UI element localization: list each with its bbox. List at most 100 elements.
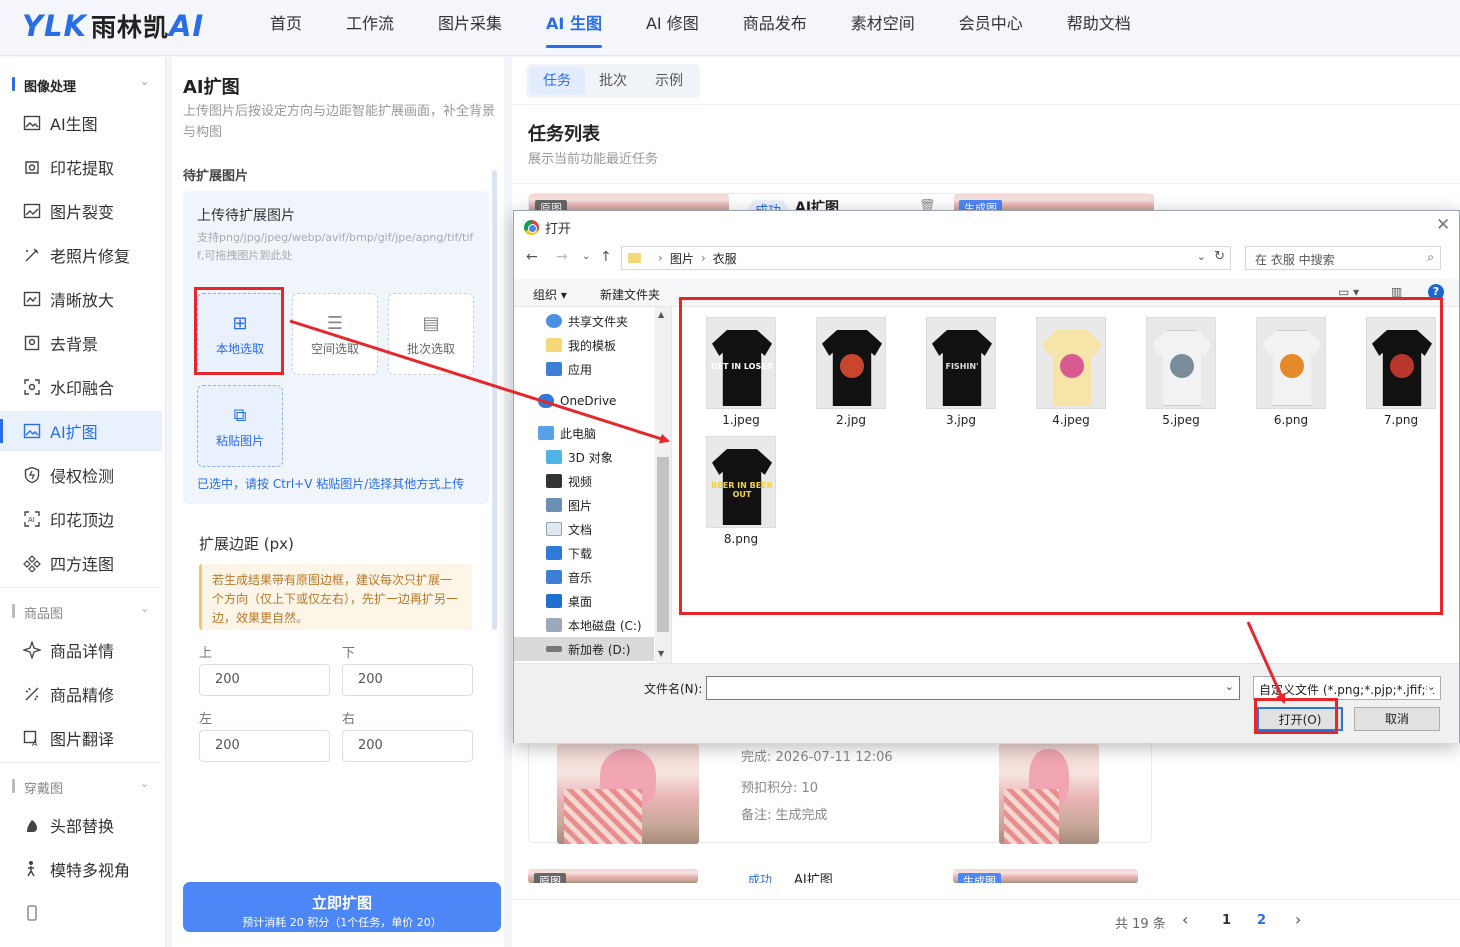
organize-menu[interactable]: 组织 ▾ xyxy=(533,286,567,303)
margin-left-input[interactable]: 200 xyxy=(199,730,330,762)
sidebar-item-translate[interactable]: A 图片翻译 xyxy=(0,718,162,758)
space-select-button[interactable]: ☰ 空间选取 xyxy=(292,293,378,375)
margin-top-input[interactable]: 200 xyxy=(199,664,330,696)
computer-icon xyxy=(538,426,554,440)
tree-item-documents[interactable]: 文档 xyxy=(514,517,654,541)
sidebar-item-product-detail[interactable]: 商品详情 xyxy=(0,630,162,670)
nav-help-docs[interactable]: 帮助文档 xyxy=(1045,0,1153,56)
tree-item-pictures[interactable]: 图片 xyxy=(514,493,654,517)
upload-formats: 支持png/jpg/jpeg/webp/avif/bmp/gif/jpe/apn… xyxy=(197,231,474,262)
forward-icon[interactable]: → xyxy=(556,249,568,265)
generated-image-bottom[interactable] xyxy=(999,744,1099,844)
tree-item-this-pc[interactable]: 此电脑 xyxy=(514,421,654,445)
filetype-select[interactable]: 自定义文件 (*.png;*.pjp;*.jfif;*. ⌄ xyxy=(1253,676,1441,700)
disk-icon xyxy=(546,618,562,632)
up-icon[interactable]: ↑ xyxy=(600,249,612,265)
total-count: 共 19 条 xyxy=(1115,917,1166,932)
cancel-button[interactable]: 取消 xyxy=(1354,707,1440,731)
sidebar-group-image[interactable]: 图像处理 ⌄ xyxy=(0,67,166,101)
path-box[interactable]: › 图片 › 衣服 ⌄ ↻ xyxy=(621,246,1231,270)
file-open-dialog: 打开 ✕ ← → ⌄ ↑ › 图片 › 衣服 ⌄ ↻ 在 衣服 中搜索 ⌕ 组织 ▾ … xyxy=(513,210,1460,743)
tab-batches[interactable]: 批次 xyxy=(585,67,641,95)
path-segment-images[interactable]: 图片 xyxy=(670,250,694,267)
tree-item-3d[interactable]: 3D 对象 xyxy=(514,445,654,469)
tree-item-drive-c[interactable]: 本地磁盘 (C:) xyxy=(514,613,654,637)
tree-item-templates[interactable]: 我的模板 xyxy=(514,333,654,357)
clipboard-icon: ▤ xyxy=(422,313,440,334)
tree-item-videos[interactable]: 视频 xyxy=(514,469,654,493)
nav-ai-generate[interactable]: AI 生图 xyxy=(524,0,624,56)
page-title: AI扩图 xyxy=(183,77,240,98)
prev-page-icon[interactable]: ‹ xyxy=(1182,910,1188,929)
batch-select-button[interactable]: ▤ 批次选取 xyxy=(388,293,474,375)
page-1[interactable]: 1 xyxy=(1222,913,1231,928)
sidebar-item-retouch[interactable]: 商品精修 xyxy=(0,674,162,714)
chevron-down-icon: ⌄ xyxy=(140,75,150,88)
logo[interactable]: YLK 雨林凯AI xyxy=(22,8,204,44)
sidebar-group-wear[interactable]: 穿戴图 ⌄ xyxy=(0,769,166,803)
chevron-down-icon[interactable]: ⌄ xyxy=(1426,680,1436,693)
tree-item-desktop[interactable]: 桌面 xyxy=(514,589,654,613)
nav-asset-space[interactable]: 素材空间 xyxy=(829,0,937,56)
warning-note: 若生成结果带有原图边框，建议每次只扩展一个方向（仅上下或仅左右），先扩一边再扩另… xyxy=(199,564,472,630)
chevron-down-icon[interactable]: ⌄ xyxy=(1197,250,1206,263)
sidebar-item-ai-generate[interactable]: AI生图 xyxy=(0,103,162,143)
chevron-down-icon[interactable]: ⌄ xyxy=(1225,680,1234,693)
new-folder-button[interactable]: 新建文件夹 xyxy=(600,286,660,303)
sidebar-item-ai-expand[interactable]: AI扩图 xyxy=(0,411,162,451)
margin-right-input[interactable]: 200 xyxy=(342,730,473,762)
sidebar-item-watermark[interactable]: 水印融合 xyxy=(0,367,162,407)
path-segment-clothes[interactable]: 衣服 xyxy=(713,250,737,267)
scrollbar[interactable] xyxy=(492,170,497,630)
top-bar: YLK 雨林凯AI 首页 工作流 图片采集 AI 生图 AI 修图 商品发布 素材… xyxy=(0,0,1460,56)
tree-item-shared[interactable]: 共享文件夹 xyxy=(514,309,654,333)
sidebar-item-print-edge[interactable]: AI 印花顶边 xyxy=(0,499,162,539)
nav-product-publish[interactable]: 商品发布 xyxy=(721,0,829,56)
original-image-bottom[interactable] xyxy=(557,744,699,844)
page-2[interactable]: 2 xyxy=(1257,913,1266,928)
paste-image-button[interactable]: ⧉ 粘贴图片 xyxy=(197,385,283,467)
tree-item-downloads[interactable]: 下载 xyxy=(514,541,654,565)
close-icon[interactable]: ✕ xyxy=(1436,215,1450,235)
margin-bottom-input[interactable]: 200 xyxy=(342,664,473,696)
label-bottom: 下 xyxy=(342,646,356,661)
tree-scrollbar[interactable]: ▲ ▼ xyxy=(655,307,671,663)
filename-input[interactable]: ⌄ xyxy=(706,676,1240,700)
tree-item-music[interactable]: 音乐 xyxy=(514,565,654,589)
nav-member-center[interactable]: 会员中心 xyxy=(937,0,1045,56)
sidebar-item-photo-restore[interactable]: 老照片修复 xyxy=(0,235,162,275)
sidebar-item-image-split[interactable]: 图片裂变 xyxy=(0,191,162,231)
product-detail-icon xyxy=(22,640,42,660)
sidebar-item-print-extract[interactable]: 印花提取 xyxy=(0,147,162,187)
nav-home[interactable]: 首页 xyxy=(248,0,324,56)
tab-tasks[interactable]: 任务 xyxy=(529,67,585,95)
refresh-icon[interactable]: ↻ xyxy=(1214,249,1225,264)
chevron-down-icon: ⌄ xyxy=(140,602,150,615)
tab-examples[interactable]: 示例 xyxy=(641,67,697,95)
dialog-title: 打开 xyxy=(524,218,571,237)
remove-bg-icon xyxy=(22,333,42,353)
sidebar-item-pattern[interactable]: 四方连图 xyxy=(0,543,162,583)
next-page-icon[interactable]: › xyxy=(1295,910,1301,929)
start-expand-button[interactable]: 立即扩图 预计消耗 20 积分（1个任务，单价 20） xyxy=(183,882,501,932)
sidebar-group-product[interactable]: 商品图 ⌄ xyxy=(0,594,166,628)
sidebar-item-remove-bg[interactable]: 去背景 xyxy=(0,323,162,363)
nav-ai-retouch[interactable]: AI 修图 xyxy=(624,0,721,56)
nav-image-collect[interactable]: 图片采集 xyxy=(416,0,524,56)
sidebar-item-multi-view[interactable]: 模特多视角 xyxy=(0,849,162,889)
recent-dropdown-icon[interactable]: ⌄ xyxy=(582,251,590,262)
sidebar-mobile-icon[interactable] xyxy=(0,893,162,933)
paste-icon: ⧉ xyxy=(233,405,247,426)
tree-item-drive-d[interactable]: 新加卷 (D:) xyxy=(514,637,654,661)
sidebar-item-head-swap[interactable]: 头部替换 xyxy=(0,805,162,845)
nav-workflow[interactable]: 工作流 xyxy=(324,0,416,56)
sidebar-item-infringement[interactable]: 侵权检测 xyxy=(0,455,162,495)
sidebar-item-upscale[interactable]: 清晰放大 xyxy=(0,279,162,319)
svg-text:AI: AI xyxy=(28,516,35,524)
search-input[interactable]: 在 衣服 中搜索 ⌕ xyxy=(1245,246,1441,270)
tree-item-apps[interactable]: 应用 xyxy=(514,357,654,381)
main-nav: 首页 工作流 图片采集 AI 生图 AI 修图 商品发布 素材空间 会员中心 帮… xyxy=(248,0,1153,56)
back-icon[interactable]: ← xyxy=(526,249,538,265)
tree-item-onedrive[interactable]: OneDrive xyxy=(514,389,654,413)
filename-label: 文件名(N): xyxy=(644,682,703,696)
